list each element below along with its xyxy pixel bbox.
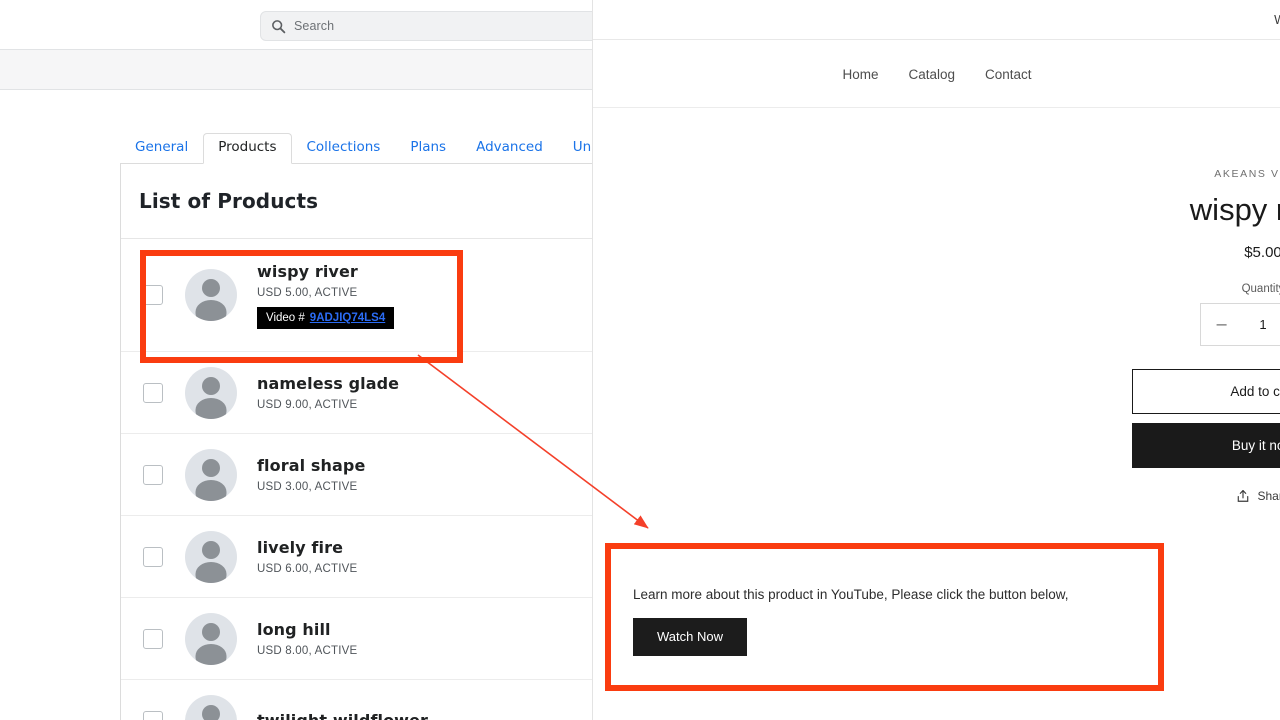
product-info: lively fire USD 6.00, ACTIVE xyxy=(257,538,357,575)
table-row[interactable]: twilight wildflower xyxy=(121,680,592,720)
row-checkbox[interactable] xyxy=(143,710,163,720)
product-name: nameless glade xyxy=(257,374,400,393)
store-header: Home Catalog Contact xyxy=(593,41,1280,108)
products-card: List of Products wispy river USD 5.00, A… xyxy=(120,163,592,720)
youtube-promo-text: Learn more about this product in YouTube… xyxy=(633,586,1069,602)
product-info: wispy river USD 5.00, ACTIVE Video # 9AD… xyxy=(257,261,395,329)
product-info: twilight wildflower xyxy=(257,711,428,720)
row-checkbox[interactable] xyxy=(143,464,163,485)
product-vendor: AKEANS VIDEO xyxy=(1214,168,1280,180)
product-name: floral shape xyxy=(257,456,366,475)
avatar xyxy=(185,269,237,321)
video-badge-label: Video # xyxy=(266,311,305,324)
avatar xyxy=(185,694,237,720)
nav-item-catalog[interactable]: Catalog xyxy=(908,67,955,82)
product-detail-column: AKEANS VIDEO wispy river $5.00 Quantity … xyxy=(1053,168,1280,503)
admin-body: General Products Collections Plans Advan… xyxy=(0,90,592,720)
tab-plans[interactable]: Plans xyxy=(395,133,461,165)
table-row[interactable]: nameless glade USD 9.00, ACTIVE xyxy=(121,352,592,434)
tab-general[interactable]: General xyxy=(120,133,203,165)
quantity-stepper[interactable]: − 1 + xyxy=(1200,303,1280,346)
announcement-bar: Welcome t xyxy=(593,0,1280,40)
product-list: wispy river USD 5.00, ACTIVE Video # 9AD… xyxy=(121,239,592,720)
tab-advanced[interactable]: Advanced xyxy=(461,133,558,165)
share-button[interactable]: Share xyxy=(1053,489,1280,503)
tab-collections[interactable]: Collections xyxy=(292,133,396,165)
product-title: wispy river xyxy=(1189,192,1280,227)
product-meta: USD 5.00, ACTIVE xyxy=(257,286,358,299)
admin-panel: Search General Products Collections Plan… xyxy=(0,0,592,720)
admin-topbar: Search xyxy=(0,0,592,50)
video-id-link[interactable]: 9ADJIQ74LS4 xyxy=(310,312,385,324)
avatar xyxy=(185,366,237,419)
search-input[interactable]: Search xyxy=(260,11,592,41)
search-icon xyxy=(272,19,286,33)
storefront-panel: Welcome t Home Catalog Contact AKEANS VI… xyxy=(592,0,1280,720)
buy-it-now-button[interactable]: Buy it now xyxy=(1132,423,1280,468)
youtube-promo-block: Learn more about this product in YouTube… xyxy=(611,556,1156,686)
quantity-value[interactable]: 1 xyxy=(1259,317,1266,332)
product-name: twilight wildflower xyxy=(257,710,429,720)
avatar xyxy=(185,448,237,501)
admin-subbar xyxy=(0,50,592,90)
tab-products[interactable]: Products xyxy=(203,132,292,164)
nav-item-home[interactable]: Home xyxy=(842,67,878,82)
product-detail-page: AKEANS VIDEO wispy river $5.00 Quantity … xyxy=(593,108,1280,720)
product-meta: USD 9.00, ACTIVE xyxy=(257,399,358,411)
row-checkbox[interactable] xyxy=(143,285,163,305)
screenshot-root: Search General Products Collections Plan… xyxy=(0,0,1280,720)
product-price: $5.00 xyxy=(1244,244,1280,261)
product-meta: USD 6.00, ACTIVE xyxy=(257,563,358,575)
store-nav: Home Catalog Contact xyxy=(842,67,1031,82)
product-name: long hill xyxy=(257,620,331,639)
quantity-decrement-button[interactable]: − xyxy=(1215,316,1228,333)
avatar xyxy=(185,530,237,583)
tab-uninstall[interactable]: Uninstall xyxy=(558,133,592,165)
row-checkbox[interactable] xyxy=(143,382,163,403)
table-row[interactable]: wispy river USD 5.00, ACTIVE Video # 9AD… xyxy=(121,239,592,352)
product-info: nameless glade USD 9.00, ACTIVE xyxy=(257,374,399,411)
page-title: List of Products xyxy=(139,189,319,213)
quantity-label: Quantity xyxy=(1241,283,1280,295)
product-name: lively fire xyxy=(257,538,344,557)
watch-now-button[interactable]: Watch Now xyxy=(633,617,747,656)
product-info: long hill USD 8.00, ACTIVE xyxy=(257,620,357,657)
product-name: wispy river xyxy=(257,261,358,281)
add-to-cart-button[interactable]: Add to cart xyxy=(1132,369,1280,414)
settings-tabs: General Products Collections Plans Advan… xyxy=(120,132,592,164)
search-placeholder: Search xyxy=(294,19,335,33)
avatar xyxy=(185,612,237,665)
table-row[interactable]: lively fire USD 6.00, ACTIVE xyxy=(121,516,592,598)
video-badge: Video # 9ADJIQ74LS4 xyxy=(257,306,395,329)
announcement-text: Welcome t xyxy=(1274,13,1280,27)
row-checkbox[interactable] xyxy=(143,546,163,567)
product-meta: USD 3.00, ACTIVE xyxy=(257,481,358,493)
table-row[interactable]: long hill USD 8.00, ACTIVE xyxy=(121,598,592,680)
product-meta: USD 8.00, ACTIVE xyxy=(257,645,358,657)
table-row[interactable]: floral shape USD 3.00, ACTIVE xyxy=(121,434,592,516)
share-label: Share xyxy=(1257,489,1280,503)
product-info: floral shape USD 3.00, ACTIVE xyxy=(257,456,365,493)
share-icon xyxy=(1238,490,1249,502)
nav-item-contact[interactable]: Contact xyxy=(985,67,1032,82)
row-checkbox[interactable] xyxy=(143,628,163,649)
